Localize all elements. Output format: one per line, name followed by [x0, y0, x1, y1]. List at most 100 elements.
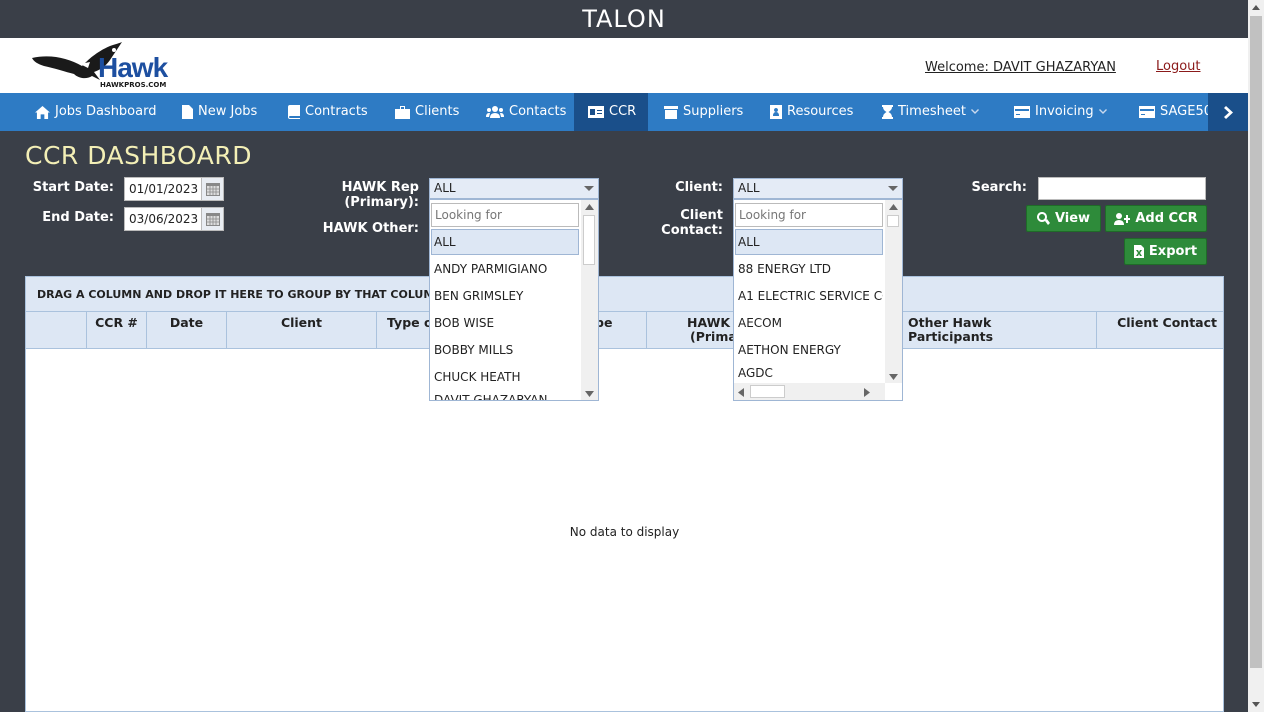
- export-button[interactable]: Export: [1124, 238, 1207, 265]
- search-input[interactable]: [1038, 177, 1206, 200]
- column-header-other-hawk-line1: Other Hawk: [908, 315, 992, 330]
- view-button[interactable]: View: [1026, 205, 1101, 232]
- logo-subtext: HAWKPROS.COM: [100, 81, 167, 89]
- scroll-thumb[interactable]: [583, 215, 595, 265]
- client-combobox[interactable]: ALL: [733, 178, 903, 199]
- welcome-link[interactable]: Welcome: DAVIT GHAZARYAN: [925, 60, 1116, 75]
- chevron-down-icon: [970, 109, 979, 114]
- client-contact-label-line1: Client: [680, 208, 723, 223]
- page-title: CCR DASHBOARD: [25, 141, 252, 170]
- scroll-right-icon[interactable]: [864, 388, 870, 397]
- chevron-down-icon[interactable]: [888, 186, 898, 191]
- nav-label: Timesheet: [898, 104, 966, 119]
- hawk-rep-option[interactable]: BEN GRIMSLEY: [431, 283, 579, 309]
- hawk-logo[interactable]: Hawk HAWKPROS.COM: [30, 40, 175, 90]
- chevron-down-icon[interactable]: [584, 186, 594, 191]
- column-header-ccr-number[interactable]: CCR #: [87, 312, 147, 349]
- calendar-icon[interactable]: [201, 208, 223, 230]
- export-button-label: Export: [1148, 244, 1198, 259]
- nav-label: Suppliers: [683, 104, 744, 119]
- client-option[interactable]: AETHON ENERGY: [735, 337, 883, 363]
- nav-item-clients[interactable]: Clients: [389, 93, 465, 131]
- hscroll-thumb[interactable]: [750, 385, 785, 398]
- header: Hawk HAWKPROS.COM Welcome: DAVIT GHAZARY…: [0, 38, 1248, 93]
- hawk-rep-combobox[interactable]: ALL: [429, 178, 599, 199]
- scroll-down-icon[interactable]: [889, 374, 898, 380]
- users-icon: [486, 106, 504, 118]
- group-panel[interactable]: DRAG A COLUMN AND DROP IT HERE TO GROUP …: [26, 277, 1223, 312]
- column-header-client[interactable]: Client: [227, 312, 377, 349]
- nav-item-contracts[interactable]: Contracts: [282, 93, 374, 131]
- scroll-up-icon[interactable]: [1252, 5, 1260, 10]
- nav-item-contacts[interactable]: Contacts: [480, 93, 572, 131]
- client-selected: ALL: [738, 181, 760, 195]
- hawk-rep-option[interactable]: ALL: [431, 229, 579, 255]
- calendar-icon[interactable]: [201, 178, 223, 200]
- page-scrollbar[interactable]: [1248, 0, 1264, 712]
- end-date-field[interactable]: 03/06/2023: [124, 207, 224, 231]
- client-option[interactable]: 88 ENERGY LTD: [735, 256, 883, 282]
- home-icon: [35, 105, 50, 119]
- hawk-rep-label-line2: (Primary):: [344, 195, 419, 210]
- hawk-rep-dropdown-list: Looking for ALL ANDY PARMIGIANO BEN GRIM…: [429, 199, 599, 401]
- nav-item-new-jobs[interactable]: New Jobs: [176, 93, 263, 131]
- start-date-value: 01/01/2023: [129, 182, 199, 196]
- column-header-client-contact[interactable]: Client Contact: [1097, 312, 1225, 349]
- nav-item-ccr[interactable]: CCR: [574, 93, 648, 131]
- hawk-rep-dropdown-scrollbar[interactable]: [581, 200, 598, 400]
- client-dropdown-hscrollbar[interactable]: [734, 383, 885, 400]
- client-search-input[interactable]: Looking for: [735, 203, 883, 227]
- nav-item-suppliers[interactable]: Suppliers: [658, 93, 749, 131]
- column-header-other-hawk-participants[interactable]: Other Hawk Participants: [897, 312, 1097, 349]
- nav-item-resources[interactable]: Resources: [764, 93, 859, 131]
- app-title: TALON: [582, 5, 666, 33]
- nav-label: Clients: [415, 104, 460, 119]
- archive-icon: [664, 105, 678, 119]
- client-dropdown-vscrollbar[interactable]: [885, 200, 902, 383]
- nav-label: Invoicing: [1035, 104, 1094, 119]
- client-option[interactable]: A1 ELECTRIC SERVICE CO: [735, 283, 883, 309]
- client-contact-label-line2: Contact:: [661, 223, 723, 238]
- nav-label: Resources: [787, 104, 854, 119]
- scroll-up-icon[interactable]: [889, 204, 898, 210]
- hawk-rep-search-input[interactable]: Looking for: [431, 203, 579, 227]
- address-book-icon: [770, 105, 782, 119]
- view-button-label: View: [1054, 211, 1091, 226]
- column-header-select[interactable]: [26, 312, 87, 349]
- excel-file-icon: [1133, 245, 1144, 258]
- column-header-date[interactable]: Date: [147, 312, 227, 349]
- nav-item-invoicing[interactable]: Invoicing: [1008, 93, 1113, 131]
- nav-item-sage50[interactable]: SAGE50: [1133, 93, 1218, 131]
- hawk-rep-option[interactable]: CHUCK HEATH: [431, 364, 579, 390]
- hawk-rep-option[interactable]: BOB WISE: [431, 310, 579, 336]
- scroll-down-icon[interactable]: [585, 391, 594, 397]
- logout-link[interactable]: Logout: [1156, 59, 1201, 74]
- add-ccr-button[interactable]: Add CCR: [1105, 205, 1207, 232]
- nav-scroll-right-button[interactable]: [1208, 93, 1248, 131]
- client-label: Client:: [675, 180, 723, 195]
- client-option[interactable]: ALL: [735, 229, 883, 255]
- scroll-down-icon[interactable]: [1252, 702, 1260, 707]
- credit-card-icon: [1139, 106, 1155, 118]
- main-nav: Jobs Dashboard New Jobs Contracts Client…: [0, 93, 1248, 131]
- nav-label: New Jobs: [198, 104, 258, 119]
- file-icon: [182, 105, 193, 119]
- column-header-other-hawk-line2: Participants: [908, 329, 994, 344]
- hawk-rep-option[interactable]: ANDY PARMIGIANO: [431, 256, 579, 282]
- scroll-thumb[interactable]: [887, 215, 899, 227]
- add-ccr-button-label: Add CCR: [1135, 211, 1198, 226]
- start-date-label: Start Date:: [32, 180, 114, 195]
- nav-label: Contacts: [509, 104, 567, 119]
- end-date-value: 03/06/2023: [129, 212, 199, 226]
- hawk-rep-option[interactable]: BOBBY MILLS: [431, 337, 579, 363]
- start-date-field[interactable]: 01/01/2023: [124, 177, 224, 201]
- scroll-up-icon[interactable]: [585, 204, 594, 210]
- client-option[interactable]: AECOM: [735, 310, 883, 336]
- client-option[interactable]: AGDC: [735, 364, 883, 382]
- page-scroll-thumb[interactable]: [1250, 16, 1262, 668]
- no-data-message: No data to display: [569, 525, 680, 539]
- hawk-rep-option[interactable]: DAVIT GHAZARYAN: [431, 391, 579, 400]
- scroll-left-icon[interactable]: [738, 388, 744, 397]
- nav-item-jobs-dashboard[interactable]: Jobs Dashboard: [29, 93, 162, 131]
- nav-item-timesheet[interactable]: Timesheet: [876, 93, 985, 131]
